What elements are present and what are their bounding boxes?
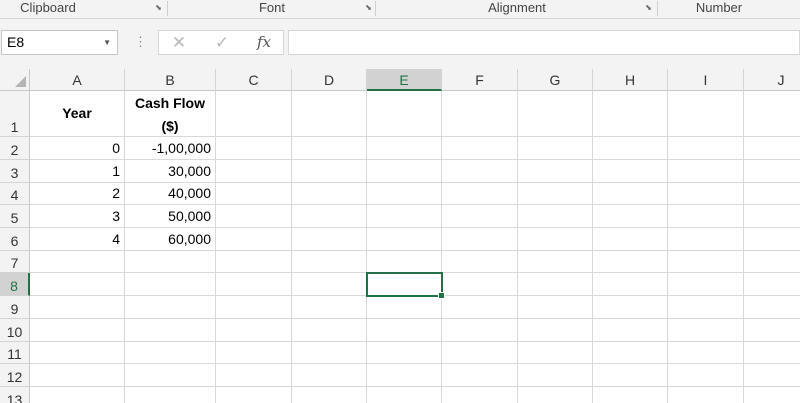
chevron-down-icon[interactable]: ▼ [103,31,111,54]
active-cell-e8[interactable] [366,272,445,299]
cell-b2-cash-flow[interactable]: -1,00,000 [125,137,215,159]
gridline [592,91,593,403]
cell-b1-cash-flow-header-line1[interactable]: Cash Flow [125,93,215,113]
column-header-i[interactable]: I [668,69,744,91]
gridline [366,91,367,403]
cell-a5-year[interactable]: 3 [30,205,124,227]
formula-bar: E8 ▼ ⋮ ✕ ✓ fx [0,19,800,69]
row-header-3[interactable]: 3 [0,160,30,183]
clipboard-group-label: Clipboard [20,0,76,15]
row-header-2[interactable]: 2 [0,137,30,160]
cell-b5-cash-flow[interactable]: 50,000 [125,205,215,227]
column-header-h[interactable]: H [593,69,668,91]
number-group-label: Number [695,0,743,15]
row-header-13[interactable]: 13 [0,387,30,403]
row-header-1[interactable]: 1 [0,91,30,137]
row-header-12[interactable]: 12 [0,364,30,387]
enter-check-icon[interactable]: ✓ [207,31,237,54]
column-header-e[interactable]: E [367,69,442,91]
row-header-5[interactable]: 5 [0,205,30,228]
cell-b4-cash-flow[interactable]: 40,000 [125,183,215,204]
row-header-8[interactable]: 8 [0,273,30,296]
column-header-d[interactable]: D [292,69,367,91]
cell-a3-year[interactable]: 1 [30,160,124,182]
ribbon-group-alignment: Alignment ⬊ [376,0,658,18]
formula-buttons: ✕ ✓ fx [158,30,284,55]
row-header-11[interactable]: 11 [0,342,30,364]
gridline [30,341,800,342]
name-box[interactable]: E8 ▼ [1,30,118,55]
gridline [441,91,442,403]
worksheet-grid[interactable]: A B C D E F G H I J 1 2 3 4 5 6 7 8 9 10… [0,69,800,403]
ribbon-group-clipboard: Clipboard ⬊ [0,0,168,18]
insert-function-icon[interactable]: fx [249,31,279,54]
cell-a4-year[interactable]: 2 [30,183,124,204]
column-header-g[interactable]: G [518,69,593,91]
name-box-value: E8 [7,34,25,50]
cell-area[interactable]: Year Cash Flow ($) 0 -1,00,000 1 30,000 … [30,91,800,403]
column-header-j[interactable]: J [744,69,800,91]
select-all-triangle-icon [15,76,26,87]
row-header-4[interactable]: 4 [0,183,30,205]
cell-b6-cash-flow[interactable]: 60,000 [125,228,215,250]
clipboard-dialog-launcher-icon[interactable]: ⬊ [154,3,163,12]
gridline [30,250,800,251]
cell-a2-year[interactable]: 0 [30,137,124,159]
ribbon-group-labels: Clipboard ⬊ Font ⬊ Alignment ⬊ Number [0,0,800,19]
column-header-c[interactable]: C [216,69,292,91]
row-header-6[interactable]: 6 [0,228,30,251]
column-header-f[interactable]: F [442,69,518,91]
gridline [30,363,800,364]
formula-input[interactable] [288,30,800,55]
row-header-10[interactable]: 10 [0,319,30,342]
font-group-label: Font [258,0,285,15]
alignment-group-label: Alignment [488,0,546,15]
cancel-icon[interactable]: ✕ [164,31,194,54]
column-header-a[interactable]: A [30,69,125,91]
gridline [30,318,800,319]
row-header-7[interactable]: 7 [0,251,30,273]
gridline [215,91,216,403]
cell-b1-cash-flow-header-line2[interactable]: ($) [125,116,215,136]
formula-bar-resize-handle-icon[interactable]: ⋮ [134,32,147,52]
gridline [743,91,744,403]
font-dialog-launcher-icon[interactable]: ⬊ [364,3,373,12]
row-header-9[interactable]: 9 [0,296,30,319]
gridline [30,386,800,387]
gridline [667,91,668,403]
cell-a6-year[interactable]: 4 [30,228,124,250]
gridline [291,91,292,403]
select-all-corner[interactable] [0,69,30,91]
ribbon-group-number: Number [658,0,800,18]
ribbon-group-font: Font ⬊ [168,0,376,18]
cell-a1-year-header[interactable]: Year [30,91,124,136]
column-header-b[interactable]: B [125,69,216,91]
gridline [517,91,518,403]
cell-b3-cash-flow[interactable]: 30,000 [125,160,215,182]
fill-handle[interactable] [438,292,445,299]
